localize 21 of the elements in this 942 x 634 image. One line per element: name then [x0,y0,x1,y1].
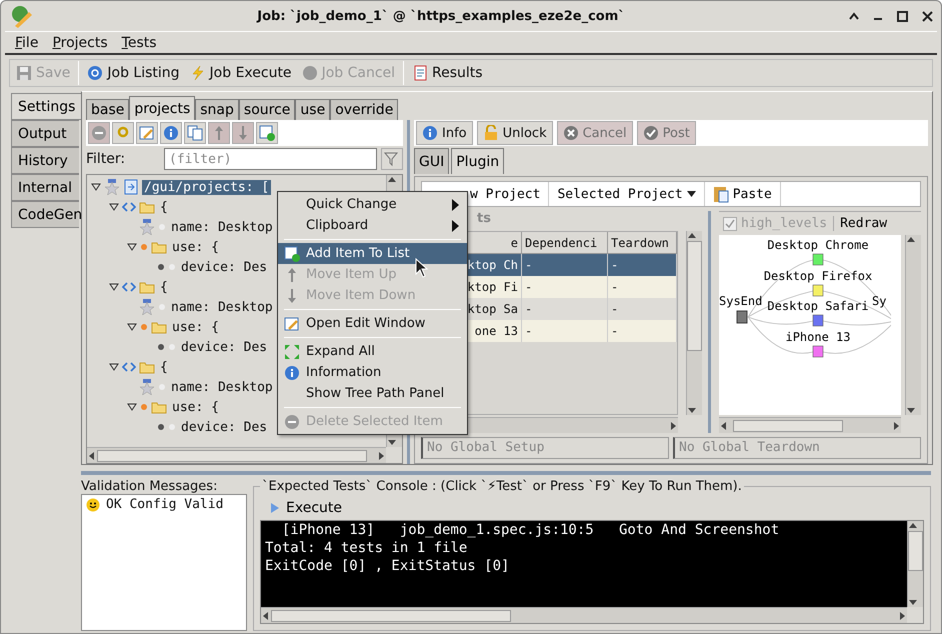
node-label: SysEnd [719,294,762,308]
filter-label: Filter: [86,151,126,167]
node-label: Desktop Firefox [764,269,872,283]
table-cell: - [608,254,677,276]
validation-message: OK Config Valid [106,497,224,512]
node-label: Desktop Chrome [767,238,869,252]
table-cell: - [522,254,608,276]
node-label: iPhone 13 [785,330,851,344]
table-cell: - [608,276,677,298]
window-title: Job: `job_demo_1` @ `https_examples_eze2e_com` [256,8,626,24]
validation-title: Validation Messages: [81,479,218,494]
table-cell: - [608,320,677,342]
node-label: Desktop Safari [767,299,869,313]
console-output: [iPhone 13] job_demo_1.spec.js:10:5 Goto And Screenshot Total: 4 tests in 1 file ExitCode [0] , ExitStatus [0] [261,521,907,607]
section-title: ts [477,211,491,228]
console-title: `Expected Tests` Console : (Click `⚡Test` or Press `F9` Key To Run Them). [261,479,743,494]
table-cell: - [522,320,608,342]
node-label: Sy [872,294,886,308]
table-cell: - [522,298,608,320]
table-cell: - [522,276,608,298]
table-cell: - [608,298,677,320]
